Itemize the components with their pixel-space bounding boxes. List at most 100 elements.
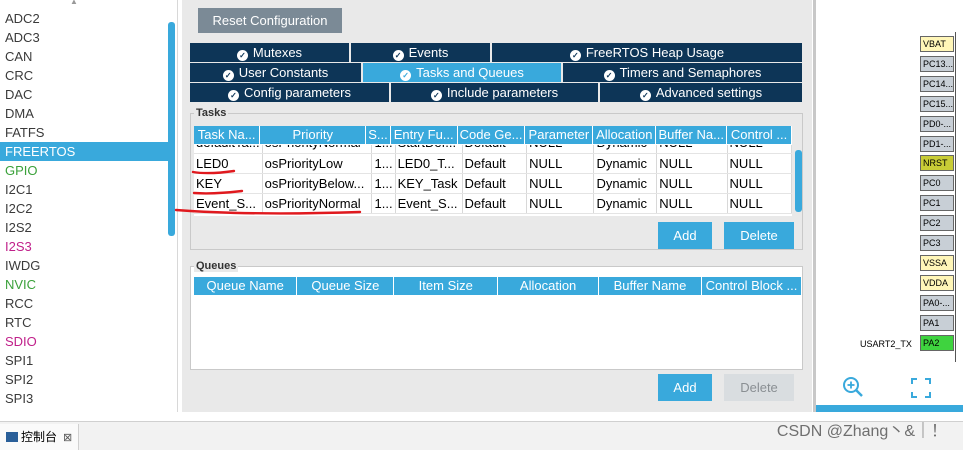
tasks-column-header[interactable]: Code Ge... (457, 126, 526, 144)
table-cell[interactable]: NULL (656, 153, 728, 174)
chip-pin-pc2[interactable]: PC2 (920, 215, 954, 232)
chip-pin-nrst[interactable]: NRST (920, 155, 954, 172)
fit-to-window-icon[interactable] (910, 377, 932, 399)
chip-pin-vdda[interactable]: VDDA (920, 274, 954, 291)
add-task-button[interactable]: Add (658, 222, 712, 249)
chip-pin-pa0[interactable]: PA0-... (920, 294, 954, 311)
category-item-nvic[interactable]: NVIC (0, 275, 168, 294)
category-item-iwdg[interactable]: IWDG (0, 256, 168, 275)
table-cell[interactable]: 1... (371, 153, 396, 174)
queues-column-header[interactable]: Buffer Name (598, 277, 702, 295)
queues-column-header[interactable]: Allocation (497, 277, 600, 295)
tab-timers-and-semaphores[interactable]: ✓ Timers and Semaphores (563, 63, 802, 82)
table-cell[interactable]: 1... (371, 173, 396, 194)
category-item-rtc[interactable]: RTC (0, 313, 168, 332)
table-cell[interactable]: Default (462, 145, 528, 154)
table-cell[interactable]: Event_S... (395, 193, 463, 214)
tasks-column-header[interactable]: Parameter (524, 126, 594, 144)
table-cell[interactable]: StartDef... (395, 145, 463, 154)
table-row[interactable]: defaultTa...osPriorityNormal1...StartDef… (194, 145, 792, 154)
tab-mutexes[interactable]: ✓ Mutexes (190, 43, 351, 62)
chip-pin-pc14[interactable]: PC14... (920, 75, 954, 92)
chip-pin-pc1[interactable]: PC1 (920, 195, 954, 212)
category-item-can[interactable]: CAN (0, 47, 168, 66)
category-item-spi3[interactable]: SPI3 (0, 389, 168, 408)
chip-pin-pc3[interactable]: PC3 (920, 235, 954, 251)
category-item-crc[interactable]: CRC (0, 66, 168, 85)
tab-advanced-settings[interactable]: ✓ Advanced settings (600, 83, 802, 102)
table-cell[interactable]: NULL (656, 145, 728, 154)
chip-pin-pc15[interactable]: PC15... (920, 95, 954, 112)
table-cell[interactable]: Default (462, 193, 528, 214)
chip-pin-pc0[interactable]: PC0 (920, 175, 954, 192)
category-item-rcc[interactable]: RCC (0, 294, 168, 313)
table-cell[interactable]: Dynamic (593, 153, 658, 174)
tasks-column-header[interactable]: S... (365, 126, 391, 144)
scroll-up-icon[interactable]: ▲ (70, 0, 78, 6)
tasks-column-header[interactable]: Priority (259, 126, 367, 144)
table-cell[interactable]: 1... (371, 193, 396, 214)
table-cell[interactable]: Dynamic (593, 193, 658, 214)
chip-pin-pd0[interactable]: PD0-... (920, 115, 954, 132)
table-cell[interactable]: NULL (656, 173, 728, 194)
table-cell[interactable]: Event_S... (194, 193, 263, 214)
tasks-column-header[interactable]: Control ... (726, 126, 792, 144)
tab-events[interactable]: ✓ Events (351, 43, 492, 62)
table-cell[interactable]: LED0_T... (395, 153, 463, 174)
table-cell[interactable]: Dynamic (593, 145, 658, 154)
category-item-spi1[interactable]: SPI1 (0, 351, 168, 370)
category-item-i2c1[interactable]: I2C1 (0, 180, 168, 199)
table-cell[interactable]: osPriorityNormal (262, 145, 373, 154)
category-item-gpio[interactable]: GPIO (0, 161, 168, 180)
tab-config-parameters[interactable]: ✓ Config parameters (190, 83, 391, 102)
table-cell[interactable]: 1... (371, 145, 396, 154)
queues-column-header[interactable]: Queue Name (194, 277, 298, 295)
table-cell[interactable]: NULL (727, 145, 792, 154)
table-cell[interactable]: Dynamic (593, 173, 658, 194)
table-cell[interactable]: NULL (656, 193, 728, 214)
category-item-i2s3[interactable]: I2S3 (0, 237, 168, 256)
tab-tasks-and-queues[interactable]: ✓ Tasks and Queues (363, 63, 563, 82)
category-scrollbar[interactable] (168, 22, 175, 236)
tab-include-parameters[interactable]: ✓ Include parameters (391, 83, 600, 102)
category-item-adc3[interactable]: ADC3 (0, 28, 168, 47)
table-cell[interactable]: Default (462, 173, 528, 194)
table-cell[interactable]: osPriorityLow (262, 153, 373, 174)
category-item-freertos[interactable]: FREERTOS (0, 142, 168, 161)
table-cell[interactable]: NULL (526, 193, 595, 214)
table-cell[interactable]: NULL (526, 173, 595, 194)
tasks-column-header[interactable]: Task Na... (194, 126, 261, 144)
table-cell[interactable]: osPriorityNormal (262, 193, 373, 214)
table-row[interactable]: Event_S... osPriorityNormal 1... Event_S...… (194, 193, 792, 214)
tasks-column-header[interactable]: Allocation (592, 126, 657, 144)
close-icon[interactable]: ⊠ (63, 432, 72, 444)
table-cell[interactable]: LED0 (194, 153, 263, 174)
delete-task-button[interactable]: Delete (724, 222, 794, 249)
queues-column-header[interactable]: Control Block ... (701, 277, 803, 295)
table-cell[interactable]: KEY (194, 173, 263, 194)
tasks-scrollbar[interactable] (795, 150, 802, 212)
queues-column-header[interactable]: Queue Size (296, 277, 395, 295)
table-cell[interactable]: KEY_Task (395, 173, 463, 194)
tasks-column-header[interactable]: Buffer Na... (655, 126, 728, 144)
table-cell[interactable]: NULL (727, 173, 792, 194)
table-cell[interactable]: defaultTa... (194, 145, 263, 154)
chip-pin-vssa[interactable]: VSSA (920, 254, 954, 271)
table-cell[interactable]: NULL (727, 193, 792, 214)
console-tab[interactable]: 控制台 ⊠ (0, 424, 80, 450)
chip-pin-pd1[interactable]: PD1-... (920, 135, 954, 152)
reset-configuration-button[interactable]: Reset Configuration (198, 8, 342, 33)
table-row[interactable]: KEY osPriorityBelow... 1... KEY_Task Default… (194, 173, 792, 194)
tasks-column-header[interactable]: Entry Fu... (390, 126, 458, 144)
category-item-i2c2[interactable]: I2C2 (0, 199, 168, 218)
chip-pin-pa1[interactable]: PA1 (920, 314, 954, 331)
category-item-fatfs[interactable]: FATFS (0, 123, 168, 142)
category-item-spi2[interactable]: SPI2 (0, 370, 168, 389)
add-queue-button[interactable]: Add (658, 374, 712, 401)
zoom-in-icon[interactable] (841, 375, 865, 399)
chip-pin-pa2[interactable]: PA2 (920, 334, 954, 351)
table-row[interactable]: LED0 osPriorityLow 1... LED0_T... Default NUL… (194, 153, 792, 174)
table-cell[interactable]: NULL (526, 153, 595, 174)
table-cell[interactable]: osPriorityBelow... (262, 173, 373, 194)
category-item-dma[interactable]: DMA (0, 104, 168, 123)
